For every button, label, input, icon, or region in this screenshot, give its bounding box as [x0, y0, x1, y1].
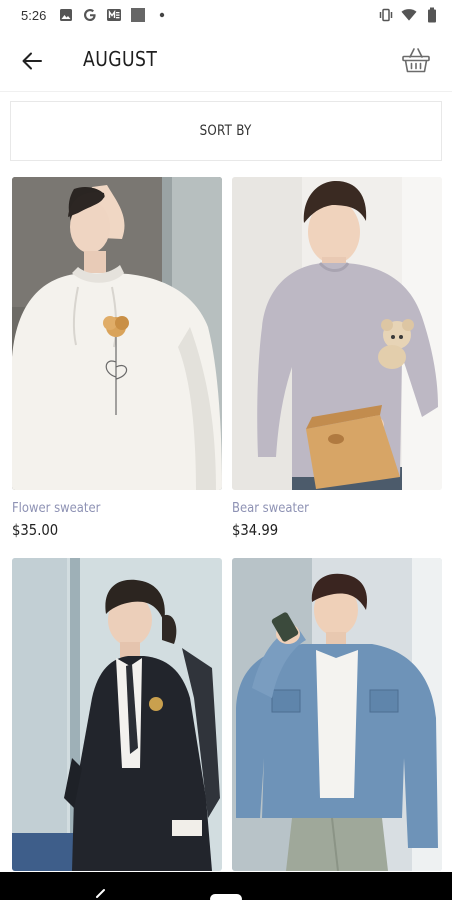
product-card-4[interactable]: [232, 558, 442, 881]
status-left: 5:26: [21, 7, 170, 23]
product-image[interactable]: [12, 177, 222, 490]
google-icon: [82, 7, 98, 23]
product-price: $35.00: [12, 521, 59, 539]
basket-icon: [402, 48, 430, 73]
back-button[interactable]: [18, 48, 46, 74]
nav-back-icon[interactable]: [93, 888, 107, 900]
product-image[interactable]: [12, 558, 222, 871]
product-image[interactable]: [232, 558, 442, 871]
product-name[interactable]: Bear sweater: [232, 500, 413, 516]
product-card-bear-sweater[interactable]: Bear sweater $34.99: [232, 177, 442, 539]
sort-by-label: SORT BY: [200, 123, 252, 139]
product-image[interactable]: [232, 177, 442, 490]
basket-button[interactable]: [400, 44, 432, 76]
app-bar: AUGUST: [0, 30, 452, 92]
status-time: 5:26: [21, 7, 47, 23]
square-app-icon: [130, 7, 146, 23]
product-name[interactable]: Flower sweater: [12, 500, 193, 516]
system-nav-bar: [0, 872, 452, 900]
vibrate-icon: [378, 7, 394, 23]
battery-icon: [424, 7, 440, 23]
wifi-icon: [401, 7, 417, 23]
product-price: $34.99: [232, 521, 279, 539]
gallery-icon: [58, 7, 74, 23]
product-card-flower-sweater[interactable]: Flower sweater $35.00: [12, 177, 222, 539]
sort-by-button[interactable]: SORT BY: [10, 101, 442, 161]
status-right: [378, 7, 440, 23]
page-title: AUGUST: [83, 47, 158, 71]
status-bar: 5:26: [0, 0, 452, 30]
news-icon: [106, 7, 122, 23]
nav-home-pill[interactable]: [210, 894, 242, 900]
product-card-3[interactable]: [12, 558, 222, 881]
arrow-left-icon: [22, 52, 42, 70]
dot-icon: [154, 7, 170, 23]
